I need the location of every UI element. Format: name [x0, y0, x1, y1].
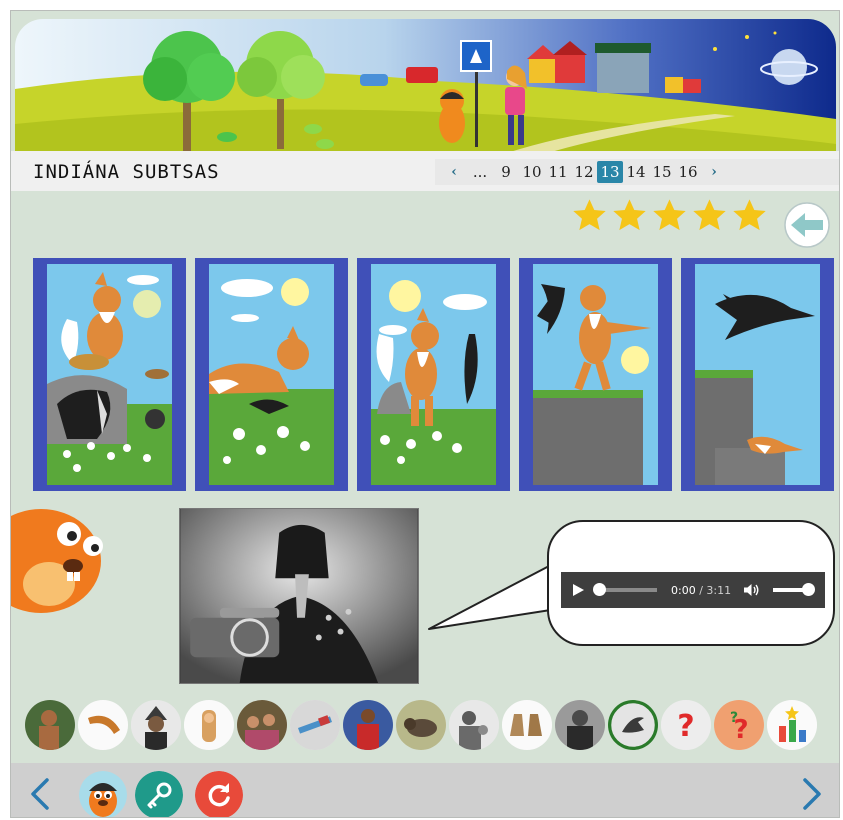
- speech-bubble: 0:00 / 3:11: [547, 520, 835, 646]
- page-15[interactable]: 15: [649, 161, 675, 183]
- page-14[interactable]: 14: [623, 161, 649, 183]
- story-panel-5[interactable]: [681, 258, 834, 491]
- thumb-boomerang[interactable]: [78, 700, 128, 750]
- thumb-question-mark[interactable]: ?: [661, 700, 711, 750]
- star-icon: [733, 199, 766, 231]
- volume-thumb[interactable]: [802, 583, 816, 596]
- thumb-headdress-photo[interactable]: [131, 700, 181, 750]
- star-icon: [693, 199, 726, 231]
- chevron-right-icon[interactable]: [799, 777, 825, 811]
- audio-duration: 3:11: [706, 583, 732, 597]
- thumb-children-photo[interactable]: [237, 700, 287, 750]
- story-panel-4[interactable]: [519, 258, 672, 491]
- page-10[interactable]: 10: [519, 161, 545, 183]
- star-icon: [613, 199, 646, 231]
- app-frame: INDIÁNA SUBTSAS ‹ ... 9 10 11 12 13 14 1…: [10, 10, 840, 818]
- thumb-raven[interactable]: [608, 700, 658, 750]
- header-banner: [15, 19, 836, 157]
- audio-time: 0:00 / 3:11: [671, 584, 731, 597]
- pagination-ellipsis[interactable]: ...: [467, 161, 493, 183]
- mascot-character: [11, 509, 103, 613]
- historical-photo: [179, 508, 419, 684]
- thumb-red-figure[interactable]: [343, 700, 393, 750]
- seek-thumb[interactable]: [593, 583, 606, 596]
- audio-time-separator: /: [695, 583, 707, 597]
- thumb-moccasins[interactable]: [502, 700, 552, 750]
- story-panels: [33, 258, 834, 491]
- pagination-next[interactable]: ›: [701, 161, 727, 183]
- page-title: INDIÁNA SUBTSAS: [33, 161, 220, 183]
- thumb-baby-cradle[interactable]: [184, 700, 234, 750]
- svg-text:?: ?: [677, 709, 694, 744]
- volume-icon[interactable]: [743, 583, 759, 597]
- svg-text:?: ?: [730, 710, 738, 726]
- audio-seek-bar[interactable]: [593, 583, 657, 596]
- rating-stars: [571, 197, 768, 234]
- play-icon[interactable]: [571, 583, 585, 597]
- story-panel-1[interactable]: [33, 258, 186, 491]
- key-icon[interactable]: [135, 771, 183, 818]
- chevron-left-icon[interactable]: [27, 777, 53, 811]
- thumbnail-strip: ? ??: [25, 700, 817, 750]
- thumb-mother-child-photo[interactable]: [449, 700, 499, 750]
- back-arrow-icon[interactable]: [783, 201, 831, 249]
- page-16[interactable]: 16: [675, 161, 701, 183]
- thumb-bison[interactable]: [396, 700, 446, 750]
- audio-current-time: 0:00: [671, 583, 696, 597]
- audio-player: 0:00 / 3:11: [561, 572, 825, 608]
- title-bar: INDIÁNA SUBTSAS ‹ ... 9 10 11 12 13 14 1…: [11, 151, 839, 191]
- refresh-icon[interactable]: [195, 771, 243, 818]
- star-icon: [653, 199, 686, 231]
- story-panel-3[interactable]: [357, 258, 510, 491]
- story-panel-2[interactable]: [195, 258, 348, 491]
- page-11[interactable]: 11: [545, 161, 571, 183]
- pagination: ‹ ... 9 10 11 12 13 14 15 16 ›: [435, 159, 839, 185]
- mascot-avatar-button[interactable]: [79, 771, 127, 818]
- page-9[interactable]: 9: [493, 161, 519, 183]
- thumb-person-photo[interactable]: [25, 700, 75, 750]
- thumb-question-hands[interactable]: ??: [714, 700, 764, 750]
- thumb-elder-photo[interactable]: [555, 700, 605, 750]
- thumb-trophy-chart[interactable]: [767, 700, 817, 750]
- thumb-pipe[interactable]: [290, 700, 340, 750]
- star-icon: [573, 199, 606, 231]
- page-13-current[interactable]: 13: [597, 161, 623, 183]
- footer-bar: [11, 763, 839, 818]
- page-12[interactable]: 12: [571, 161, 597, 183]
- volume-slider[interactable]: [773, 583, 816, 596]
- pagination-prev[interactable]: ‹: [441, 161, 467, 183]
